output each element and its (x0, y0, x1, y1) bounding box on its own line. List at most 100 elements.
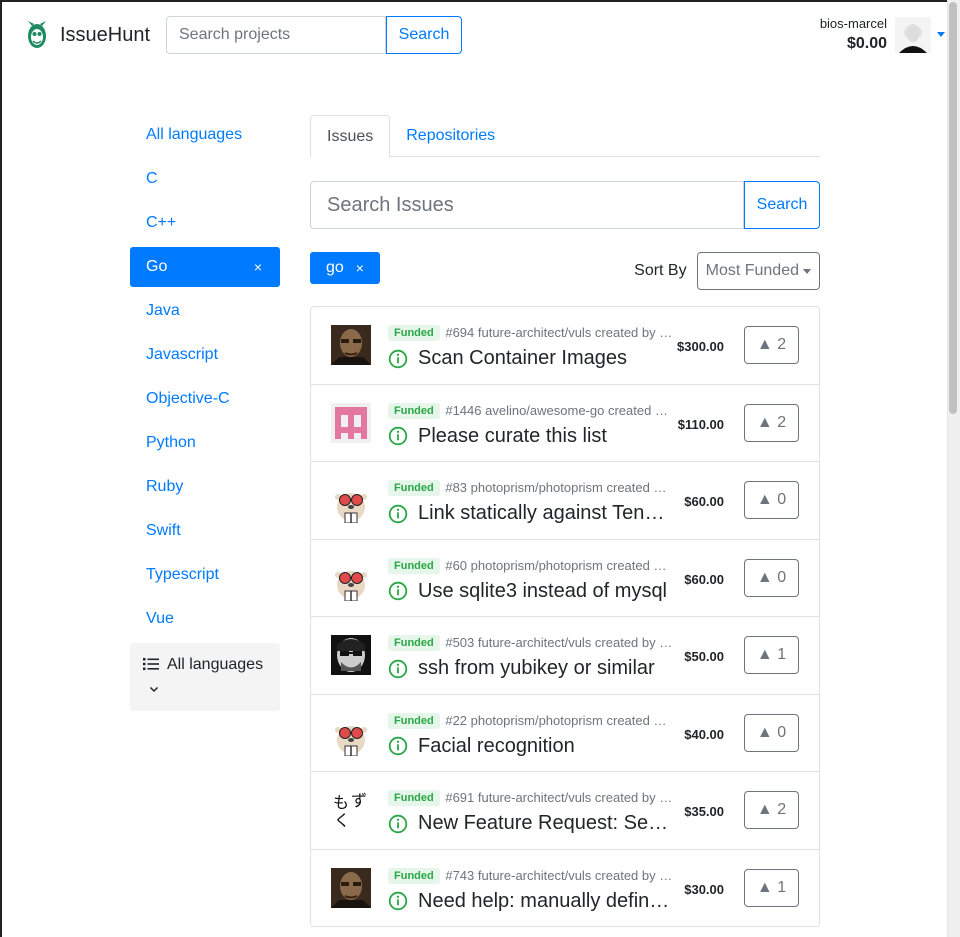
issue-title[interactable]: ssh from yubikey or similar (418, 657, 655, 680)
issue-row[interactable]: Funded #60 photoprism/photoprism created… (311, 540, 819, 617)
sidebar-item-cpp[interactable]: C++ (130, 203, 280, 243)
project-search-input[interactable]: Search projects (166, 16, 386, 54)
sidebar-item-all-languages[interactable]: All languages (130, 115, 280, 155)
issue-title[interactable]: Facial recognition (418, 735, 575, 758)
user-avatar[interactable] (895, 16, 931, 53)
sort-by-label: Sort By (634, 262, 687, 279)
sidebar-item-python[interactable]: Python (130, 423, 280, 463)
issue-author-avatar[interactable] (331, 715, 371, 756)
sidebar-item-swift[interactable]: Swift (130, 511, 280, 551)
issue-meta: Funded #743 future-architect/vuls create… (388, 867, 673, 884)
issue-title[interactable]: Scan Container Images (418, 347, 627, 370)
brand-link[interactable]: IssueHunt (24, 20, 150, 50)
user-menu[interactable]: bios-marcel $0.00 (820, 16, 945, 53)
chip-label: go (326, 259, 344, 276)
scrollbar-thumb[interactable] (949, 2, 957, 414)
issue-search-input[interactable]: Search Issues (310, 181, 744, 229)
scrollbar[interactable] (947, 0, 960, 937)
issue-search: Search Issues Search (310, 181, 820, 229)
sidebar-item-go[interactable]: Go × (130, 247, 280, 287)
sidebar-item-ruby[interactable]: Ruby (130, 467, 280, 507)
sidebar-item-typescript[interactable]: Typescript (130, 555, 280, 595)
issue-title[interactable]: New Feature Request: Server Mode (418, 812, 674, 835)
filter-chip-go[interactable]: go × (310, 252, 380, 284)
issue-author-avatar[interactable] (331, 402, 371, 443)
chevron-down-icon (149, 686, 159, 693)
issue-row[interactable]: Funded #1446 avelino/awesome-go created … (311, 385, 819, 462)
issue-author-avatar[interactable] (331, 483, 371, 523)
avatar-gopher-icon (331, 483, 371, 523)
issue-title[interactable]: Use sqlite3 instead of mysql (418, 580, 667, 603)
vote-button[interactable]: ▲ 2 (744, 791, 799, 829)
sidebar-item-label: Javascript (146, 346, 219, 363)
funded-amount: $60.00 (684, 571, 724, 587)
brand-name: IssueHunt (60, 23, 151, 46)
funded-badge: Funded (388, 480, 440, 496)
issue-list: Funded #694 future-architect/vuls create… (310, 306, 820, 927)
issue-row[interactable]: Funded #743 future-architect/vuls create… (311, 850, 819, 927)
language-sidebar: All languages C C++ Go × Java Javascript … (130, 115, 280, 711)
sidebar-item-c[interactable]: C (130, 159, 280, 199)
avatar-face-brown-icon (331, 325, 371, 365)
issue-meta-text: #743 future-architect/vuls created by ko… (445, 867, 673, 883)
issue-title-line: Use sqlite3 instead of mysql (388, 580, 667, 603)
issue-title-line: Please curate this list (388, 425, 607, 448)
vote-button[interactable]: ▲ 1 (744, 636, 799, 674)
vote-button[interactable]: ▲ 2 (744, 326, 799, 364)
avatar-pink-pattern-icon (331, 402, 371, 443)
sidebar-item-label: Java (146, 302, 180, 319)
open-issue-icon (388, 581, 408, 601)
open-issue-icon (388, 349, 408, 368)
avatar-glyph-icon: もずく (331, 790, 371, 830)
avatar-face-brown-icon (331, 867, 371, 908)
vote-button[interactable]: ▲ 0 (744, 713, 799, 752)
issue-title[interactable]: Please curate this list (418, 425, 607, 448)
avatar-gopher-icon (331, 560, 371, 601)
open-issue-icon (388, 426, 408, 446)
issue-row[interactable]: Funded #83 photoprism/photoprism created… (311, 462, 819, 540)
all-languages-dropdown[interactable]: All languages (130, 643, 280, 711)
funded-amount: $300.00 (677, 339, 724, 354)
funded-badge: Funded (388, 712, 440, 729)
navbar: IssueHunt Search projects Search bios-ma… (2, 2, 947, 68)
issue-author-avatar[interactable] (331, 560, 371, 601)
issue-title[interactable]: Link statically against TensorFlow (418, 502, 674, 525)
sidebar-item-label: Python (146, 434, 196, 451)
sort-dropdown[interactable]: Most Funded (696, 252, 820, 290)
sidebar-item-label: Swift (146, 522, 181, 539)
issue-meta-text: #83 photoprism/photoprism created by las… (445, 480, 673, 495)
issue-author-avatar[interactable]: もずく (331, 790, 371, 830)
open-issue-icon (388, 891, 408, 911)
chevron-down-icon[interactable] (937, 32, 945, 37)
issue-title[interactable]: Need help: manually define config (418, 890, 674, 913)
issue-row[interactable]: Funded #22 photoprism/photoprism created… (311, 695, 819, 772)
funded-amount: $35.00 (684, 804, 724, 819)
issue-author-avatar[interactable] (331, 635, 371, 675)
vote-button[interactable]: ▲ 0 (744, 481, 799, 519)
issue-search-button[interactable]: Search (744, 181, 820, 229)
funded-badge: Funded (388, 635, 440, 651)
sidebar-item-label: Go (146, 258, 168, 275)
project-search-button[interactable]: Search (386, 16, 462, 54)
issue-meta-text: #22 photoprism/photoprism created by las… (445, 712, 673, 728)
issue-row[interactable]: もずく Funded #691 future-architect/vuls cr… (311, 772, 819, 850)
close-icon[interactable]: × (356, 260, 364, 276)
vote-button[interactable]: ▲ 0 (744, 558, 799, 597)
issue-author-avatar[interactable] (331, 867, 371, 908)
tab-repositories[interactable]: Repositories (390, 115, 511, 157)
issue-title-line: Facial recognition (388, 735, 575, 758)
sidebar-item-java[interactable]: Java (130, 291, 280, 331)
dropdown-label: All languages (167, 656, 264, 673)
close-icon[interactable]: × (254, 259, 262, 275)
tab-issues[interactable]: Issues (310, 115, 391, 158)
vote-button[interactable]: ▲ 2 (744, 403, 799, 442)
issue-author-avatar[interactable] (331, 325, 371, 365)
sort-value: Most Funded (705, 262, 799, 279)
vote-button[interactable]: ▲ 1 (744, 868, 799, 907)
sidebar-item-vue[interactable]: Vue (130, 599, 280, 639)
issue-meta-text: #694 future-architect/vuls created by ko… (445, 325, 673, 340)
sidebar-item-javascript[interactable]: Javascript (130, 335, 280, 375)
sidebar-item-objective-c[interactable]: Objective-C (130, 379, 280, 419)
issue-row[interactable]: Funded #694 future-architect/vuls create… (311, 307, 819, 385)
issue-row[interactable]: Funded #503 future-architect/vuls create… (311, 617, 819, 695)
